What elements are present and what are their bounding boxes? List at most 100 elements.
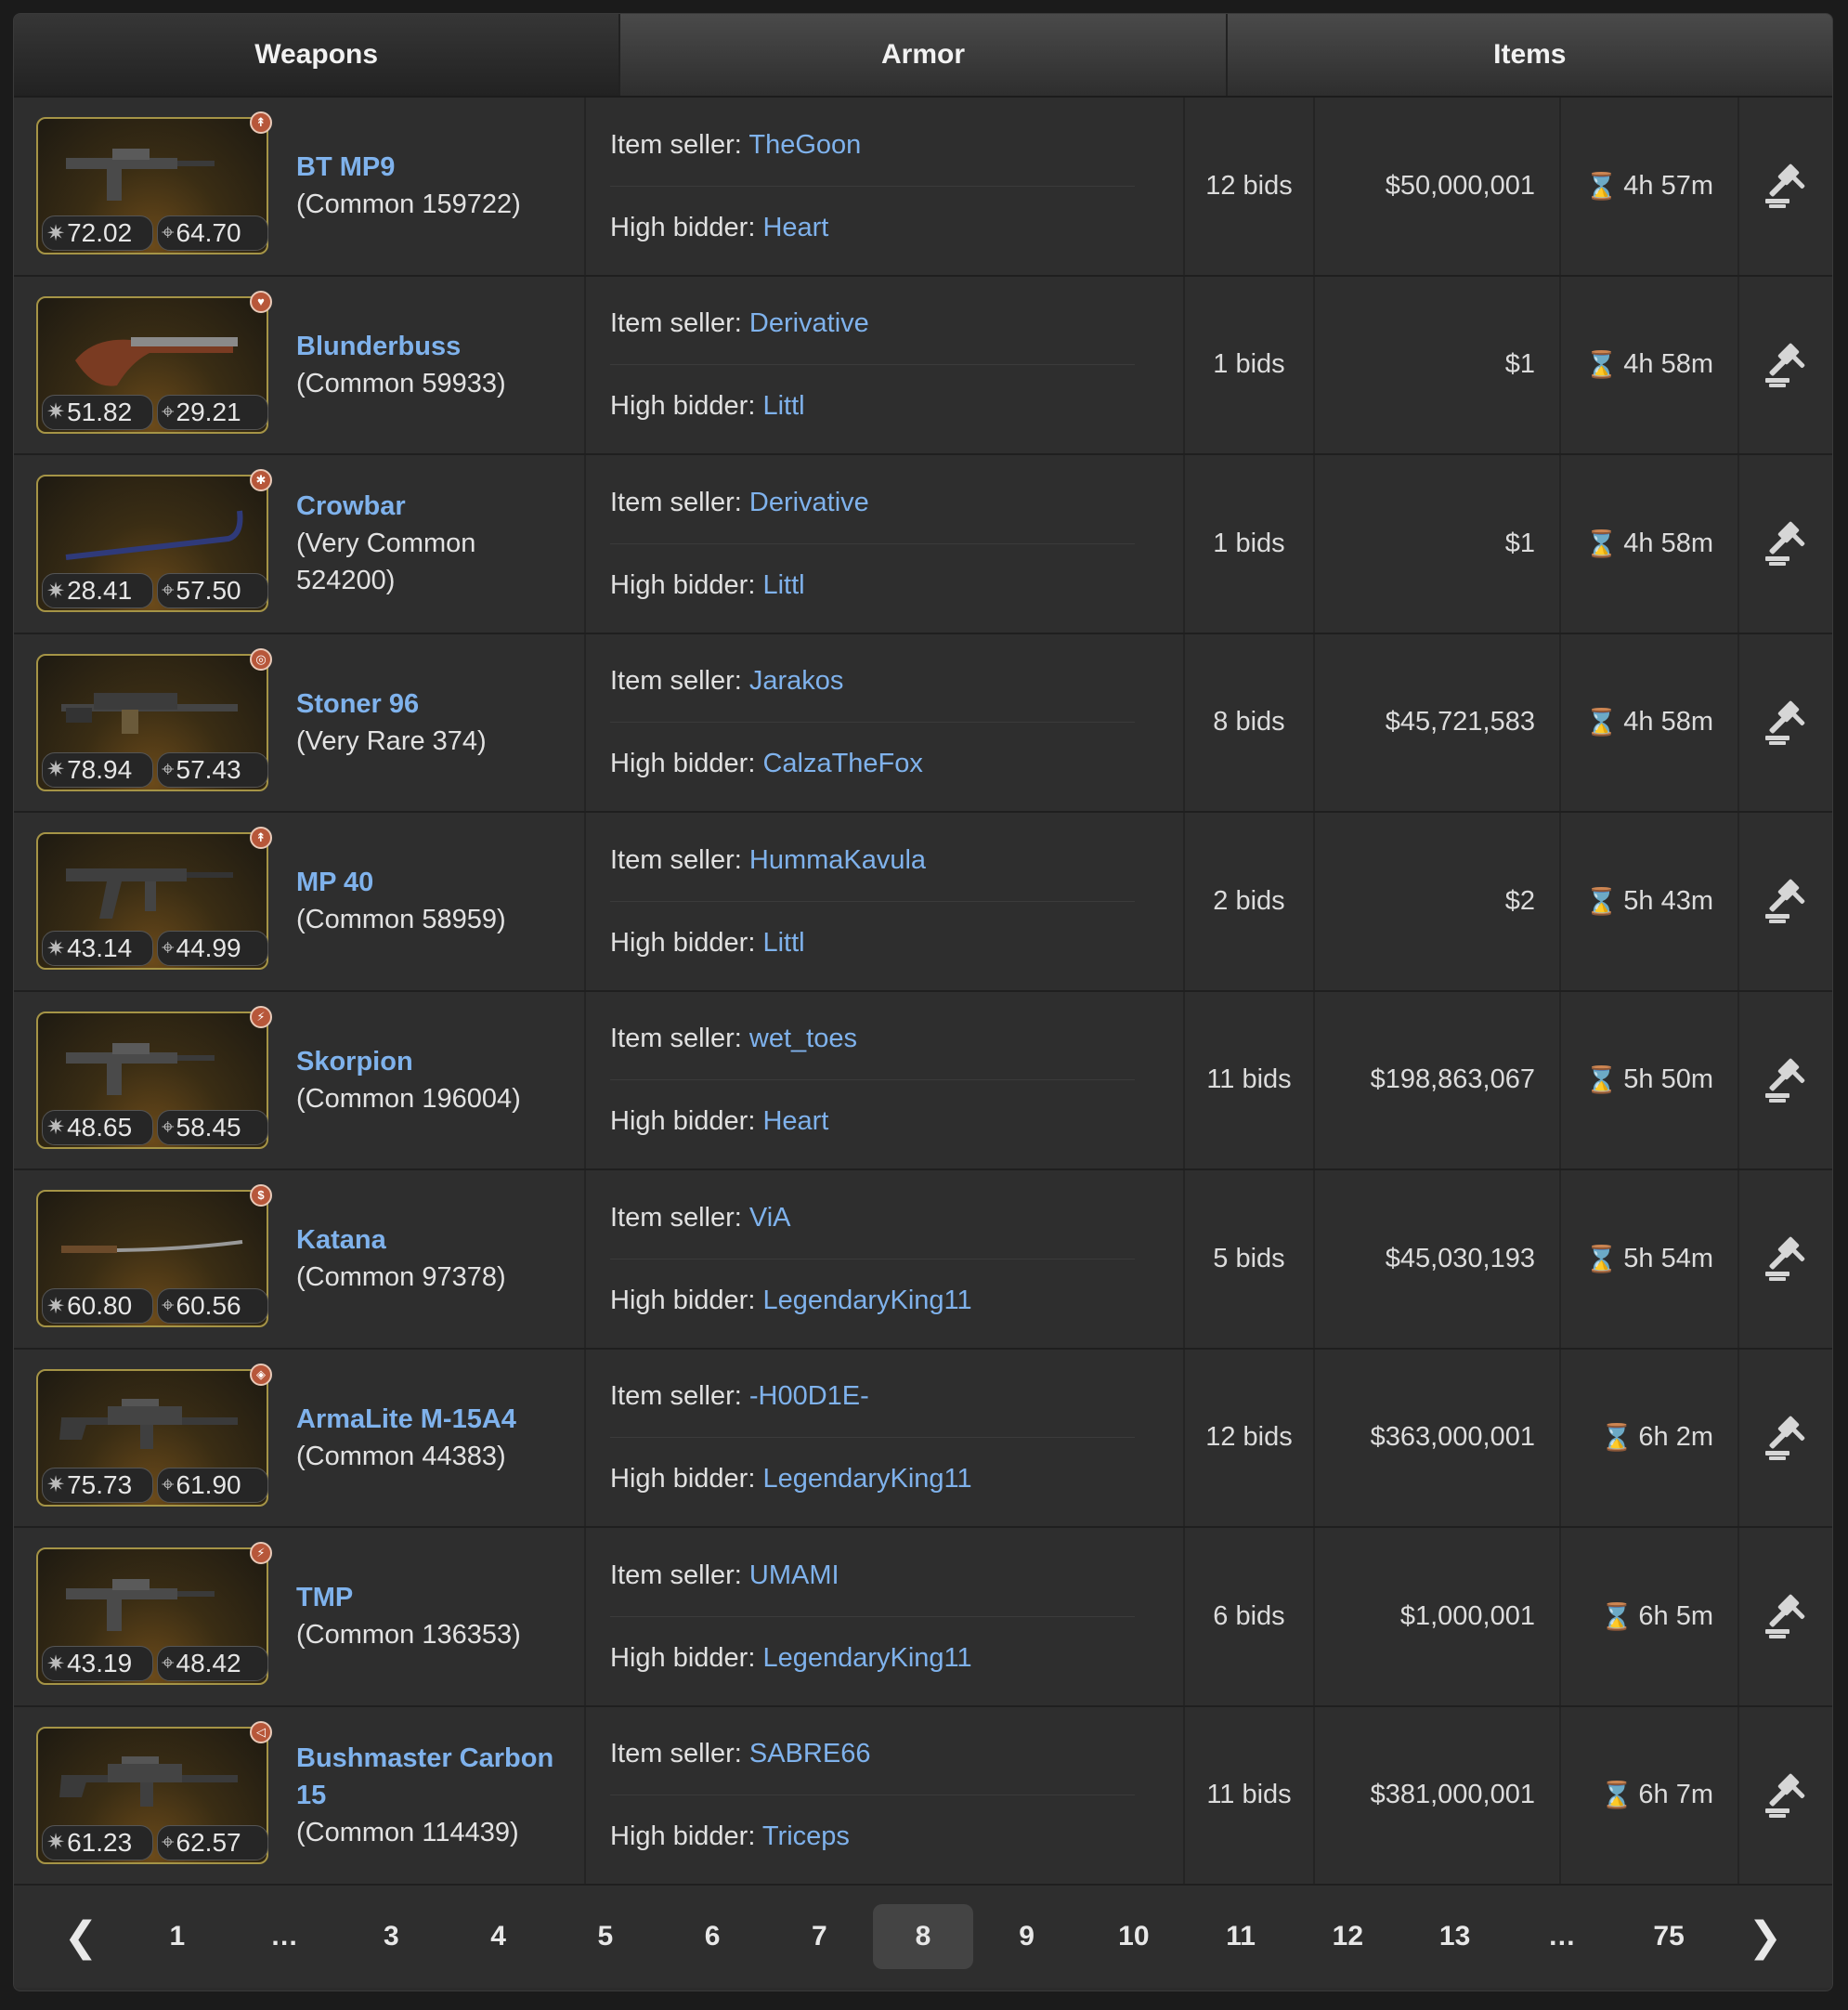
seller-link[interactable]: wet_toes — [749, 1024, 857, 1053]
item-thumbnail[interactable]: ◎ ✷ 78.94 ⌖ 57.43 — [36, 647, 272, 791]
users-cell: Item seller: wet_toes High bidder: Heart — [586, 991, 1185, 1168]
page-4[interactable]: 4 — [445, 1904, 552, 1969]
tab-items[interactable]: Items — [1227, 14, 1832, 96]
auction-row: ◈ ✷ 75.73 ⌖ 61.90 ArmaLite M-15A4 (Common … — [14, 1349, 1832, 1528]
bonus-badge-icon: ↟ — [250, 111, 272, 135]
time-value: 5h 50m — [1623, 1064, 1713, 1095]
item-thumbnail[interactable]: ◈ ✷ 75.73 ⌖ 61.90 — [36, 1363, 272, 1507]
seller-label: Item seller: — [610, 844, 749, 875]
divider — [610, 185, 1135, 187]
page-5[interactable]: 5 — [552, 1904, 658, 1969]
item-cell: ✱ ✷ 28.41 ⌖ 57.50 Crowbar (Very Common 524… — [14, 455, 586, 633]
item-thumbnail[interactable]: ↟ ✷ 72.02 ⌖ 64.70 — [36, 111, 272, 255]
item-name[interactable]: Bushmaster Carbon 15 — [296, 1740, 566, 1814]
item-info: Crowbar (Very Common 524200) — [296, 488, 566, 599]
bid-button[interactable] — [1739, 455, 1832, 633]
item-name[interactable]: MP 40 — [296, 864, 566, 901]
users-cell: Item seller: UMAMI High bidder: Legendar… — [586, 1528, 1185, 1705]
seller-link[interactable]: HummaKavula — [749, 845, 926, 875]
item-name[interactable]: Stoner 96 — [296, 685, 566, 723]
item-thumbnail[interactable]: $ ✷ 60.80 ⌖ 60.56 — [36, 1184, 272, 1328]
seller-link[interactable]: -H00D1E- — [749, 1381, 869, 1411]
users-cell: Item seller: SABRE66 High bidder: Tricep… — [586, 1706, 1185, 1884]
tab-weapons[interactable]: Weapons — [14, 14, 621, 96]
seller-link[interactable]: Jarakos — [749, 666, 844, 696]
page-9[interactable]: 9 — [973, 1904, 1080, 1969]
accuracy-stat: ⌖ 29.21 — [157, 394, 268, 430]
tab-armor[interactable]: Armor — [620, 14, 1228, 96]
accuracy-stat: ⌖ 57.43 — [157, 751, 268, 788]
item-name[interactable]: Crowbar — [296, 488, 566, 525]
bonus-badge-icon: ◎ — [250, 647, 272, 671]
item-thumbnail[interactable]: ↟ ✷ 43.14 ⌖ 44.99 — [36, 827, 272, 971]
page-75[interactable]: 75 — [1615, 1904, 1722, 1969]
damage-stat: ✷ 51.82 — [42, 394, 153, 430]
item-name[interactable]: Katana — [296, 1221, 566, 1259]
item-thumbnail[interactable]: ⚡ ✷ 48.65 ⌖ 58.45 — [36, 1005, 272, 1149]
weapon-image — [66, 868, 233, 920]
item-name[interactable]: Blunderbuss — [296, 328, 566, 365]
item-name[interactable]: BT MP9 — [296, 149, 566, 186]
bid-button[interactable] — [1739, 992, 1832, 1169]
bidder-link[interactable]: Littl — [762, 570, 804, 600]
next-page-button[interactable]: ❯ — [1723, 1904, 1808, 1969]
bid-button[interactable] — [1739, 1707, 1832, 1885]
accuracy-stat: ⌖ 62.57 — [157, 1824, 268, 1860]
gavel-icon — [1765, 880, 1805, 924]
bidder-link[interactable]: LegendaryKing11 — [762, 1286, 971, 1315]
time-remaining: ⌛ 4h 58m — [1561, 276, 1739, 453]
item-name[interactable]: Skorpion — [296, 1043, 566, 1080]
bidder-link[interactable]: CalzaTheFox — [762, 749, 922, 778]
page-1[interactable]: 1 — [124, 1904, 230, 1969]
item-thumbnail[interactable]: ✱ ✷ 28.41 ⌖ 57.50 — [36, 469, 272, 613]
seller-link[interactable]: TheGoon — [748, 130, 861, 160]
bidder-label: High bidder: — [610, 749, 763, 779]
current-page[interactable]: 8 — [872, 1904, 973, 1969]
bid-button[interactable] — [1739, 1528, 1832, 1705]
bidder-link[interactable]: Littl — [762, 928, 804, 958]
accuracy-icon: ⌖ — [162, 1114, 175, 1140]
page-12[interactable]: 12 — [1295, 1904, 1401, 1969]
item-name[interactable]: ArmaLite M-15A4 — [296, 1401, 566, 1438]
bidder-link[interactable]: Triceps — [762, 1821, 850, 1851]
seller-line: Item seller: Derivative — [610, 484, 1183, 521]
page-10[interactable]: 10 — [1080, 1904, 1187, 1969]
item-info: ArmaLite M-15A4 (Common 44383) — [296, 1401, 566, 1475]
item-name[interactable]: TMP — [296, 1579, 566, 1616]
page-6[interactable]: 6 — [658, 1904, 765, 1969]
auction-row: ↟ ✷ 72.02 ⌖ 64.70 BT MP9 (Common 159722) I… — [14, 98, 1832, 277]
bidder-link[interactable]: Heart — [762, 1106, 828, 1136]
seller-link[interactable]: SABRE66 — [749, 1739, 871, 1769]
item-rarity: (Common 196004) — [296, 1083, 521, 1114]
accuracy-value: 44.99 — [176, 933, 241, 963]
item-thumbnail[interactable]: ⚡ ✷ 43.19 ⌖ 48.42 — [36, 1542, 272, 1686]
page-7[interactable]: 7 — [766, 1904, 873, 1969]
seller-link[interactable]: Derivative — [749, 488, 869, 517]
seller-link[interactable]: UMAMI — [749, 1560, 839, 1590]
seller-label: Item seller: — [610, 1381, 749, 1412]
bid-button[interactable] — [1739, 98, 1832, 275]
item-cell: ◁ ✷ 61.23 ⌖ 62.57 Bushmaster Carbon 15 (Co… — [14, 1706, 586, 1884]
page-3[interactable]: 3 — [338, 1904, 445, 1969]
item-thumbnail[interactable]: ♥ ✷ 51.82 ⌖ 29.21 — [36, 290, 272, 434]
bid-count: 5 bids — [1185, 1170, 1315, 1348]
bid-button[interactable] — [1739, 813, 1832, 990]
bidder-link[interactable]: LegendaryKing11 — [762, 1643, 971, 1673]
page-13[interactable]: 13 — [1401, 1904, 1508, 1969]
bid-button[interactable] — [1739, 634, 1832, 812]
page-11[interactable]: 11 — [1187, 1904, 1294, 1969]
bid-button[interactable] — [1739, 1350, 1832, 1527]
seller-link[interactable]: Derivative — [749, 308, 869, 338]
item-thumbnail[interactable]: ◁ ✷ 61.23 ⌖ 62.57 — [36, 1720, 272, 1864]
accuracy-value: 48.42 — [176, 1649, 241, 1678]
accuracy-value: 61.90 — [176, 1469, 241, 1499]
weapon-image — [59, 1755, 238, 1807]
prev-page-button[interactable]: ❮ — [38, 1904, 124, 1969]
bid-button[interactable] — [1739, 1170, 1832, 1348]
bid-button[interactable] — [1739, 277, 1832, 454]
bidder-link[interactable]: LegendaryKing11 — [762, 1464, 971, 1494]
seller-link[interactable]: ViA — [749, 1203, 791, 1233]
weapon-image — [66, 149, 215, 202]
bidder-link[interactable]: Heart — [762, 213, 828, 242]
bidder-link[interactable]: Littl — [762, 391, 804, 421]
